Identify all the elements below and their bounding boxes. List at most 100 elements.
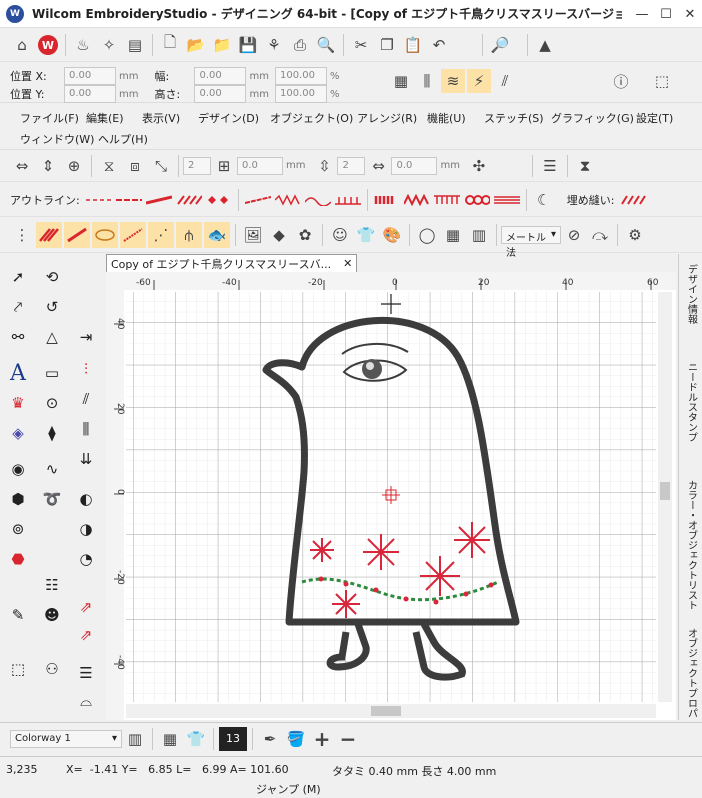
menu-object[interactable]: オブジェクト(O) xyxy=(270,110,353,126)
wilcom-logo-icon[interactable]: W xyxy=(36,33,60,57)
palette-bars-icon[interactable]: ▥ xyxy=(123,727,147,751)
triple-run-icon[interactable] xyxy=(115,194,142,206)
picture-icon[interactable]: 🖼 xyxy=(241,223,265,247)
paint-bucket-icon[interactable]: 🪣 xyxy=(284,727,308,751)
shapes-tool-icon[interactable]: ⧫ xyxy=(38,419,66,447)
colorway-select[interactable]: Colorway 1 ▾ xyxy=(10,729,122,748)
document-tab[interactable]: Copy of エジプト千鳥クリスマスリースバ... ✕ xyxy=(106,254,358,272)
height-field[interactable]: 0.00 xyxy=(194,85,247,103)
canvas-svg[interactable]: -60 -40 -20 0 20 40 60 40 20 0 -20 -40 xyxy=(106,272,676,720)
mask-icon[interactable]: ☺ xyxy=(328,223,352,247)
wave-stitch-icon[interactable] xyxy=(304,194,331,206)
balloon-icon[interactable]: ♨ xyxy=(71,33,95,57)
path-3-icon[interactable]: ⇗ xyxy=(72,621,100,649)
user-icon[interactable]: ☻ xyxy=(38,601,66,629)
zoom-icon[interactable]: 🔎 xyxy=(488,33,512,57)
satin-outline-icon[interactable] xyxy=(176,194,202,206)
gauge-icon[interactable]: ◔ xyxy=(72,545,100,573)
satin-tool-icon[interactable] xyxy=(36,221,62,248)
trident-icon[interactable]: ⫛ xyxy=(176,221,202,248)
close-button[interactable]: ✕ xyxy=(678,0,702,28)
stem-stitch-icon[interactable] xyxy=(244,194,271,206)
calendar-grid-icon[interactable]: ▥ xyxy=(467,223,491,247)
print-icon[interactable]: ⎙ xyxy=(288,33,312,57)
fill-stitch-icon[interactable] xyxy=(620,194,647,206)
export-icon[interactable]: ⚘ xyxy=(262,33,286,57)
scale-h-field[interactable]: 100.00 xyxy=(274,85,327,103)
open-folder-icon[interactable]: 📂 xyxy=(184,33,208,57)
stitch-edit-icon[interactable]: ⚯ xyxy=(4,323,32,351)
tab-object-properties[interactable]: オブジェクトプロパ xyxy=(681,624,701,720)
menu-arrange[interactable]: アレンジ(R) xyxy=(357,110,417,126)
menu-file[interactable]: ファイル(F) xyxy=(20,110,79,126)
stack-icon[interactable]: ☷ xyxy=(38,571,66,599)
minimize-button[interactable]: — xyxy=(630,0,654,28)
palette-icon[interactable]: 🎨 xyxy=(380,223,404,247)
curve-node-icon[interactable]: ↺ xyxy=(38,293,66,321)
stitch-density-icon[interactable]: ⫼ xyxy=(415,69,439,93)
save-icon[interactable]: 💾 xyxy=(236,33,260,57)
zigzag-tool-icon[interactable]: ⫽ xyxy=(72,385,100,413)
tatami-border-icon[interactable] xyxy=(374,194,400,206)
run-stitch-icon[interactable] xyxy=(85,194,112,206)
vertical-scroll-thumb[interactable] xyxy=(660,482,670,500)
menu-view[interactable]: 表示(V) xyxy=(142,110,180,126)
crescent-icon[interactable]: ☾ xyxy=(532,188,556,212)
polygon-node-icon[interactable]: △ xyxy=(38,323,66,351)
feather-tool-icon[interactable] xyxy=(64,221,90,248)
auto-trace-icon[interactable]: ⫶ xyxy=(72,355,100,383)
ring-icon[interactable]: ⊚ xyxy=(4,515,32,543)
color-grid-icon[interactable]: ▦ xyxy=(158,727,182,751)
stripe-border-icon[interactable] xyxy=(493,194,520,206)
badge-icon[interactable]: ◈ xyxy=(4,419,32,447)
print-preview-icon[interactable]: 🔍 xyxy=(314,33,338,57)
align-vertical-icon[interactable]: ⇕ xyxy=(36,154,60,178)
copy-icon[interactable]: ❐ xyxy=(375,33,399,57)
travel-icon[interactable]: ⇥ xyxy=(72,323,100,351)
thread-number-badge[interactable]: 13 xyxy=(219,726,247,751)
layers-icon[interactable]: ▤ xyxy=(123,33,147,57)
stitch-angle-icon[interactable]: ⚡ xyxy=(467,69,491,93)
align-horizontal-icon[interactable]: ⇔ xyxy=(10,154,34,178)
pos-y-field[interactable]: 0.00 xyxy=(64,85,116,103)
leaf-tool-icon[interactable] xyxy=(92,221,118,248)
maximize-button[interactable]: ☐ xyxy=(654,0,678,28)
tab-color-object-list[interactable]: カラー・オブジェクトリスト xyxy=(681,476,701,616)
shape-square-icon[interactable]: ⧈ xyxy=(123,154,147,178)
dotted-path-icon[interactable]: ⋰ xyxy=(148,221,174,248)
snowflake-4[interactable] xyxy=(420,556,460,596)
pencil-icon[interactable]: ✎ xyxy=(4,601,32,629)
document-tab-close-icon[interactable]: ✕ xyxy=(343,257,352,270)
no-entry-icon[interactable]: ⊘ xyxy=(562,223,586,247)
shape-wrap-icon[interactable]: ⧖ xyxy=(97,154,121,178)
tab-needle-stamp[interactable]: ニードルスタンプ xyxy=(681,358,701,468)
plugin-icon[interactable]: ⚙ xyxy=(623,223,647,247)
spin-2-field[interactable]: 2 xyxy=(337,156,366,175)
blanket-stitch-icon[interactable] xyxy=(334,194,361,206)
snowflake-3[interactable] xyxy=(454,522,490,558)
circle-tool-icon[interactable]: ⊙ xyxy=(38,389,66,417)
undo-icon[interactable]: ↶ xyxy=(427,33,451,57)
menu-design[interactable]: デザイン(D) xyxy=(198,110,259,126)
green-shirt-icon[interactable]: 👕 xyxy=(184,727,208,751)
grid-icon[interactable]: ▦ xyxy=(389,69,413,93)
red-hexagon-icon[interactable]: ⬣ xyxy=(4,545,32,573)
c-shape-2-icon[interactable]: ◑ xyxy=(72,515,100,543)
hoop-icon[interactable]: ◯ xyxy=(415,223,439,247)
target-icon[interactable]: ◉ xyxy=(4,455,32,483)
snowflake-2[interactable] xyxy=(363,534,399,570)
open-recent-icon[interactable]: 📁 xyxy=(210,33,234,57)
paste-icon[interactable]: 📋 xyxy=(401,33,425,57)
triangle-icon[interactable]: ▲ xyxy=(533,33,557,57)
stitch-down-icon[interactable]: ⇊ xyxy=(72,445,100,473)
spiral-icon[interactable]: ➰ xyxy=(38,485,66,513)
add-color-icon[interactable]: + xyxy=(310,727,334,751)
fish-icon[interactable]: 🐟 xyxy=(204,221,230,248)
squiggle-icon[interactable]: ∿ xyxy=(38,455,66,483)
tab-design-info[interactable]: デザイン情報 xyxy=(681,260,701,350)
comb-border-icon[interactable] xyxy=(433,194,460,206)
snowflake-1[interactable] xyxy=(310,538,334,562)
spacing-icon[interactable]: ⊞ xyxy=(212,154,236,178)
mirror-icon[interactable]: ⧗ xyxy=(573,154,597,178)
menu-window[interactable]: ウィンドウ(W) xyxy=(20,131,94,147)
